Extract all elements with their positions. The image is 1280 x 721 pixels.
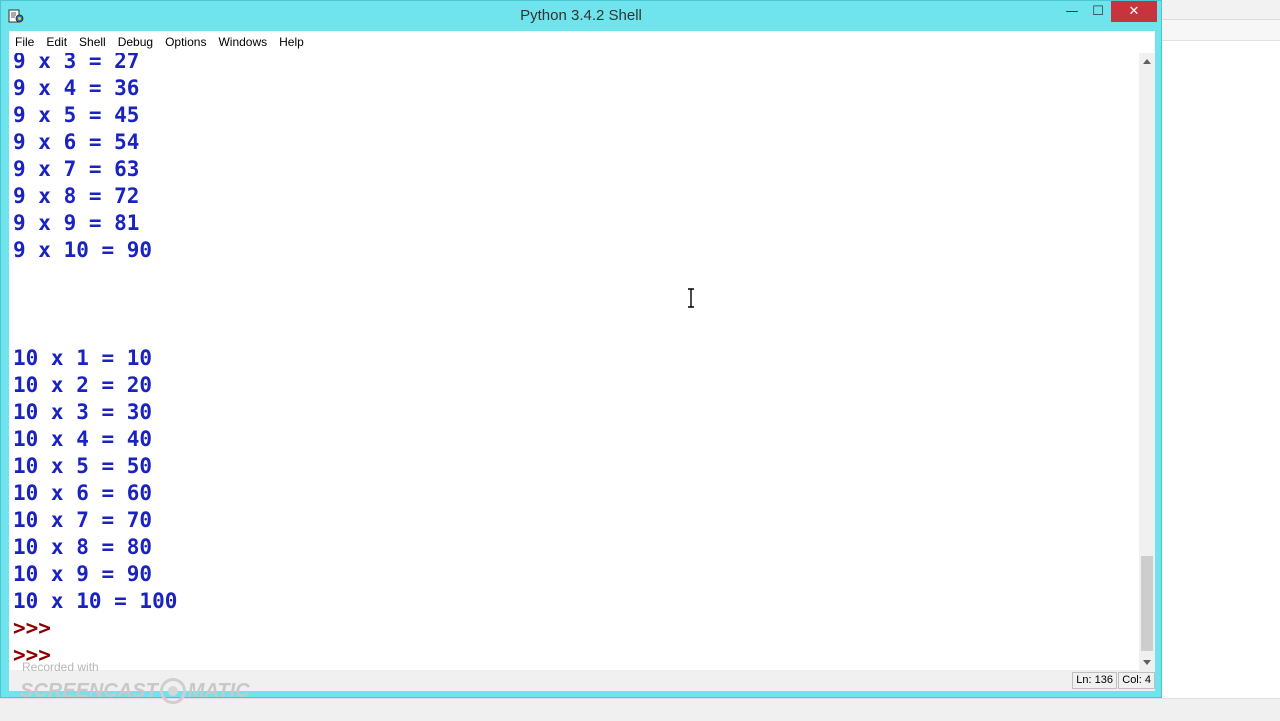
screencast-logo-icon bbox=[159, 678, 186, 704]
menu-shell[interactable]: Shell bbox=[73, 31, 112, 53]
shell-output-line: 10 x 4 = 40 bbox=[13, 427, 153, 451]
shell-output-line bbox=[13, 291, 177, 318]
shell-output-line: 9 x 5 = 45 bbox=[13, 103, 140, 127]
close-button[interactable]: ✕ bbox=[1111, 1, 1157, 22]
watermark-right-text: MATIC bbox=[187, 679, 250, 702]
shell-output-line: 9 x 6 = 54 bbox=[13, 130, 140, 154]
scrollbar-thumb[interactable] bbox=[1141, 556, 1153, 651]
shell-output-line: 10 x 9 = 90 bbox=[13, 562, 153, 586]
watermark-logo-text: SCREENCAST MATIC bbox=[20, 678, 250, 704]
watermark-caption: Recorded with bbox=[22, 660, 99, 674]
shell-output-line: 9 x 9 = 81 bbox=[13, 211, 140, 235]
screencast-watermark: Recorded with SCREENCAST MATIC bbox=[20, 658, 250, 708]
shell-prompt: >>> bbox=[13, 616, 51, 640]
menu-windows[interactable]: Windows bbox=[212, 31, 273, 53]
shell-output-line: 10 x 2 = 20 bbox=[13, 373, 153, 397]
shell-output-line: 9 x 7 = 63 bbox=[13, 157, 140, 181]
shell-output-line: 10 x 5 = 50 bbox=[13, 454, 153, 478]
shell-output-line: 10 x 1 = 10 bbox=[13, 346, 153, 370]
scroll-down-button[interactable] bbox=[1139, 654, 1155, 670]
shell-output-line bbox=[13, 318, 177, 345]
close-icon: ✕ bbox=[1128, 4, 1140, 19]
shell-output-line: 9 x 8 = 72 bbox=[13, 184, 140, 208]
shell-output-line: 10 x 3 = 30 bbox=[13, 400, 153, 424]
python-shell-window: Python 3.4.2 Shell — ☐ ✕ File Edit Shell… bbox=[0, 0, 1162, 698]
vertical-scrollbar[interactable] bbox=[1139, 53, 1155, 670]
menu-edit[interactable]: Edit bbox=[40, 31, 73, 53]
shell-output-line: 10 x 8 = 80 bbox=[13, 535, 153, 559]
menu-debug[interactable]: Debug bbox=[112, 31, 159, 53]
shell-output-line: 9 x 3 = 27 bbox=[13, 53, 140, 73]
shell-text-area[interactable]: 9 x 3 = 27 9 x 4 = 36 9 x 5 = 45 9 x 6 = 54… bbox=[9, 53, 1139, 670]
minimize-button[interactable]: — bbox=[1059, 1, 1085, 22]
arrow-down-icon bbox=[1143, 659, 1151, 665]
window-title: Python 3.4.2 Shell bbox=[520, 7, 642, 24]
line-number-indicator: Ln: 136 bbox=[1072, 672, 1117, 689]
menu-options[interactable]: Options bbox=[159, 31, 212, 53]
minimize-icon: — bbox=[1065, 4, 1079, 19]
shell-output-line bbox=[13, 264, 177, 291]
background-window-toolbar bbox=[1162, 20, 1280, 41]
shell-output: 9 x 3 = 27 9 x 4 = 36 9 x 5 = 45 9 x 6 = 54… bbox=[13, 53, 177, 669]
background-window bbox=[1162, 0, 1280, 720]
title-bar[interactable]: Python 3.4.2 Shell — ☐ ✕ bbox=[1, 1, 1161, 31]
maximize-button[interactable]: ☐ bbox=[1085, 1, 1111, 22]
menu-help[interactable]: Help bbox=[273, 31, 310, 53]
menu-file[interactable]: File bbox=[9, 31, 40, 53]
shell-output-line: 10 x 10 = 100 bbox=[13, 589, 178, 613]
text-ibeam-cursor-icon bbox=[688, 288, 694, 308]
column-number-indicator: Col: 4 bbox=[1118, 672, 1155, 689]
background-window-titlebar bbox=[1162, 0, 1280, 20]
menu-bar: File Edit Shell Debug Options Windows He… bbox=[9, 31, 1155, 53]
shell-output-line: 9 x 10 = 90 bbox=[13, 238, 153, 262]
shell-output-line: 10 x 7 = 70 bbox=[13, 508, 153, 532]
shell-output-line: 10 x 6 = 60 bbox=[13, 481, 153, 505]
shell-output-line: 9 x 4 = 36 bbox=[13, 76, 140, 100]
watermark-left-text: SCREENCAST bbox=[20, 679, 158, 702]
maximize-icon: ☐ bbox=[1092, 4, 1104, 19]
scroll-up-button[interactable] bbox=[1139, 53, 1155, 69]
arrow-up-icon bbox=[1143, 58, 1151, 64]
